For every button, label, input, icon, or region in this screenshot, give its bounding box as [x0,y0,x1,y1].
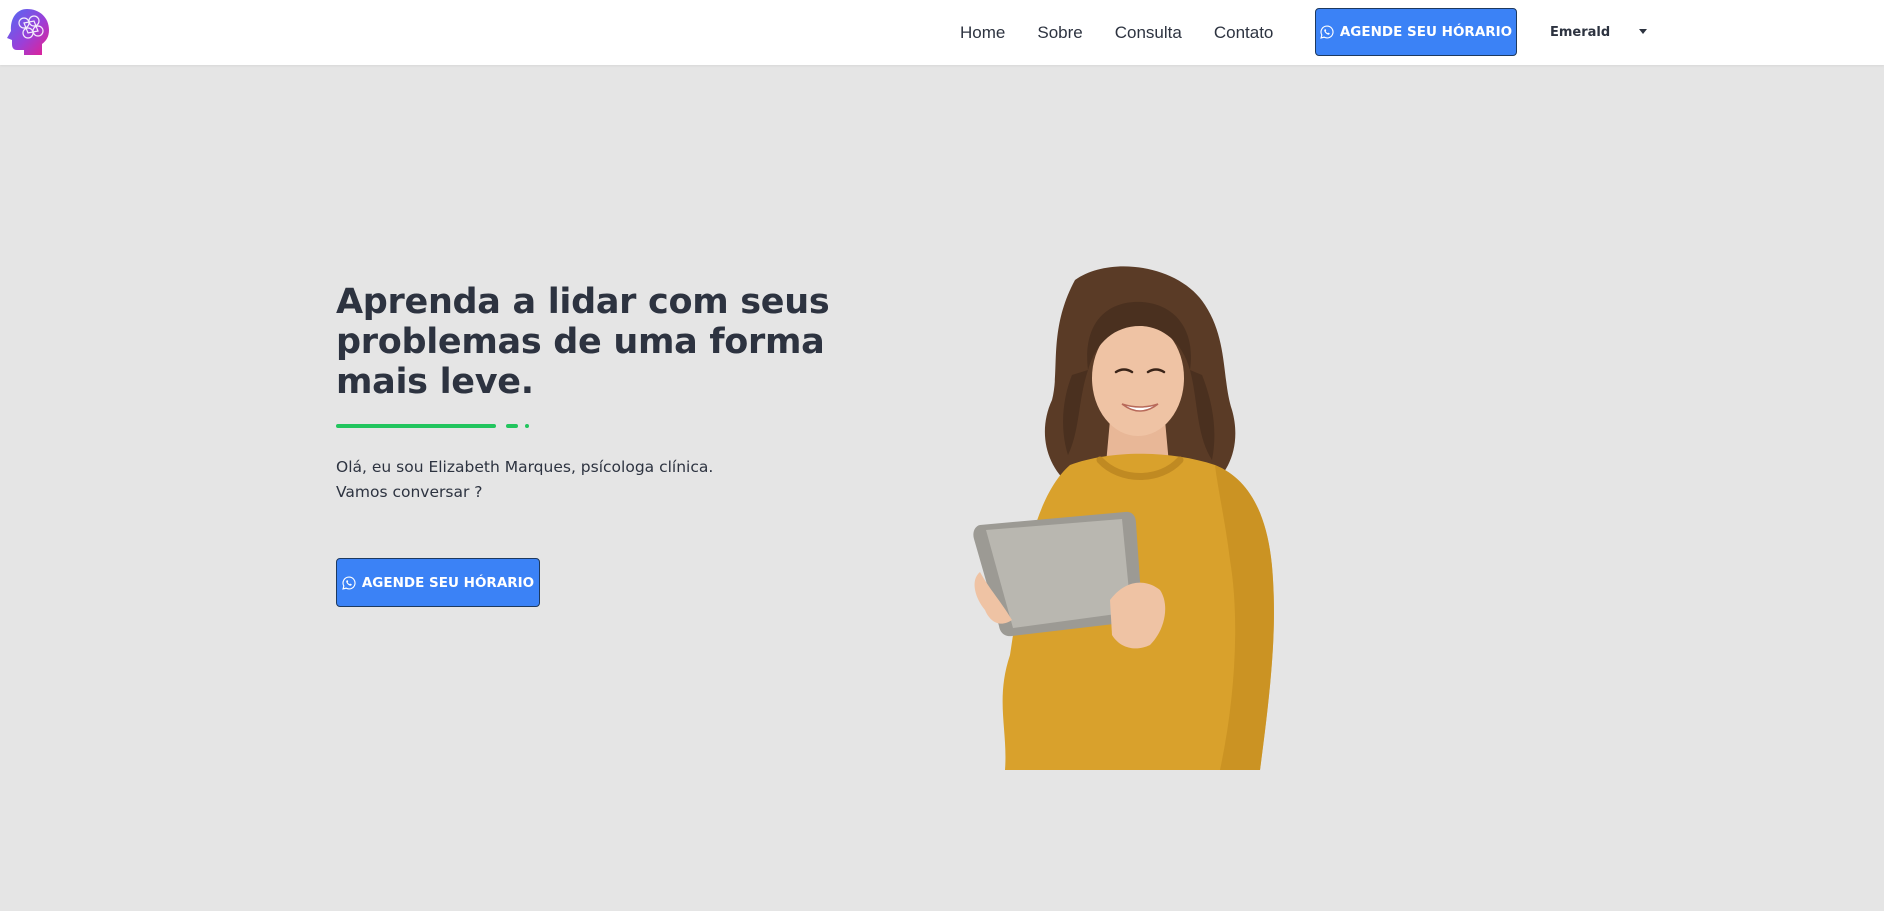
theme-dropdown[interactable]: Emerald [1550,18,1650,46]
navbar: Home Sobre Consulta Contato AGENDE SEU H… [0,0,1884,65]
nav-link-contato[interactable]: Contato [1214,23,1274,43]
nav-link-sobre[interactable]: Sobre [1037,23,1082,43]
nav-link-consulta[interactable]: Consulta [1115,23,1182,43]
hero-intro-line-1: Olá, eu sou Elizabeth Marques, psícologa… [336,458,714,476]
hero-title: Aprenda a lidar com seus problemas de um… [336,282,830,402]
head-brain-logo-icon[interactable] [2,6,52,58]
hero-schedule-button[interactable]: AGENDE SEU HÓRARIO [336,558,540,607]
theme-dropdown-value: Emerald [1550,24,1611,40]
hero-woman-image [973,266,1274,770]
nav-link-home[interactable]: Home [960,23,1005,43]
hero-intro-line-2: Vamos conversar ? [336,483,483,501]
nav-links: Home Sobre Consulta Contato [960,0,1305,65]
title-divider [336,424,536,430]
caret-down-icon [1639,29,1647,34]
whatsapp-icon [342,575,356,590]
nav-schedule-label: AGENDE SEU HÓRARIO [1339,24,1513,40]
hero-intro: Olá, eu sou Elizabeth Marques, psícologa… [336,455,713,505]
nav-schedule-button[interactable]: AGENDE SEU HÓRARIO [1315,8,1517,56]
whatsapp-icon [1320,25,1334,39]
hero-schedule-label: AGENDE SEU HÓRARIO [361,574,535,591]
